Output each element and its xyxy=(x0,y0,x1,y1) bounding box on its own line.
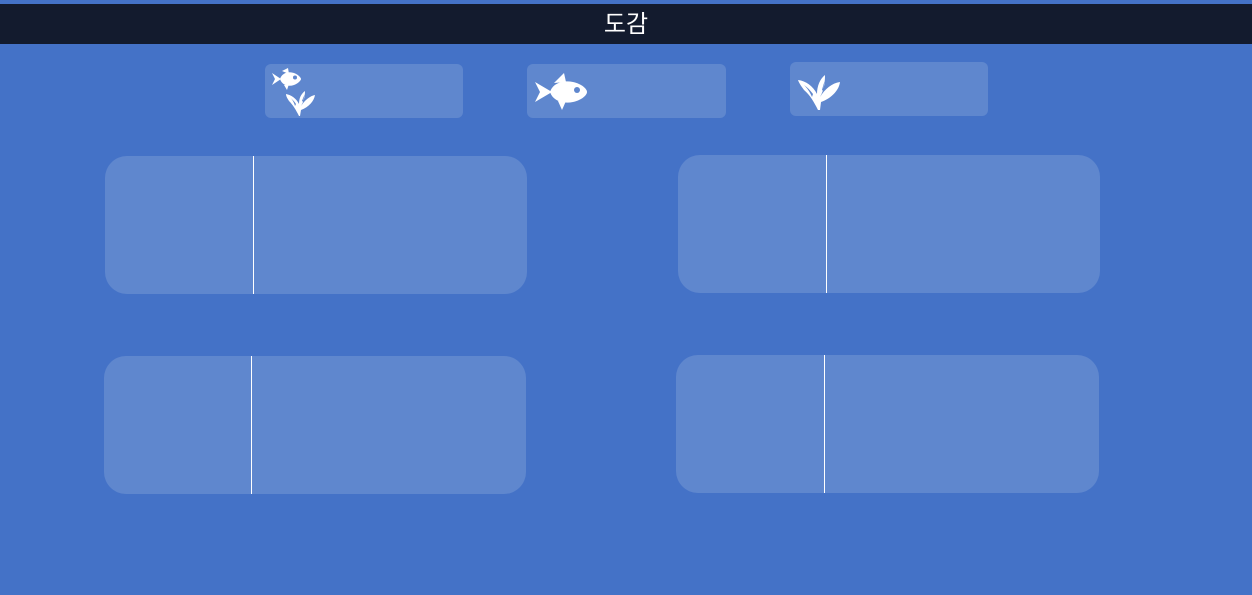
encyclopedia-card[interactable] xyxy=(678,155,1100,293)
plant-icon xyxy=(286,91,315,116)
fish-icon xyxy=(535,73,587,110)
encyclopedia-card[interactable] xyxy=(676,355,1099,493)
card-info-area xyxy=(827,155,1100,293)
title-bar: 도감 xyxy=(0,4,1252,44)
encyclopedia-card[interactable] xyxy=(104,356,526,494)
tab-plants[interactable] xyxy=(790,62,988,116)
page-title: 도감 xyxy=(603,10,649,38)
tab-fish[interactable] xyxy=(527,64,726,118)
encyclopedia-card[interactable] xyxy=(105,156,527,294)
card-image-slot xyxy=(678,155,826,293)
plant-icon xyxy=(798,75,840,110)
tab-all[interactable] xyxy=(265,64,463,118)
card-info-area xyxy=(825,355,1099,493)
card-info-area xyxy=(254,156,527,294)
card-info-area xyxy=(252,356,526,494)
card-image-slot xyxy=(676,355,824,493)
card-image-slot xyxy=(105,156,253,294)
card-image-slot xyxy=(104,356,251,494)
